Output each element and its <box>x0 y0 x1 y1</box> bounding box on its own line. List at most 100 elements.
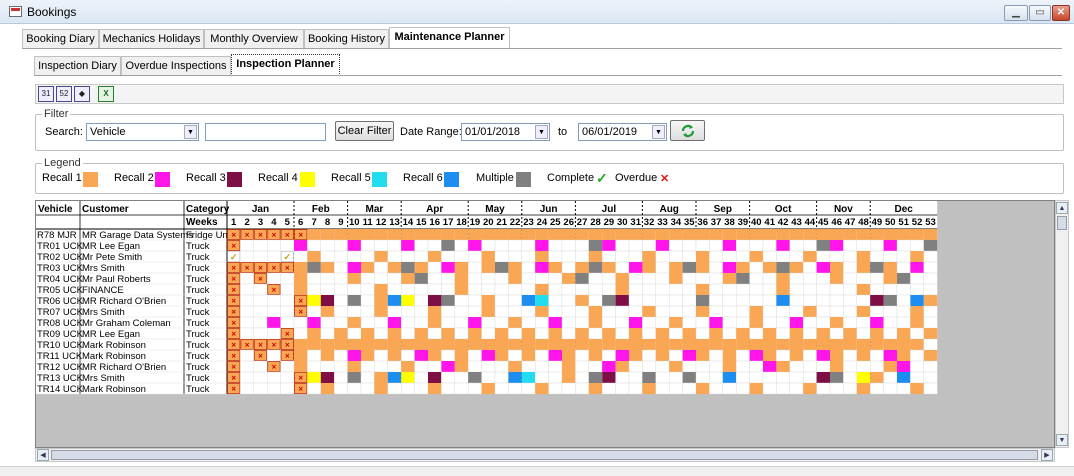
empty-cell[interactable] <box>736 371 750 384</box>
recall-cell[interactable] <box>548 339 562 350</box>
recall-cell[interactable] <box>387 328 402 339</box>
empty-cell[interactable] <box>816 272 831 285</box>
empty-cell[interactable] <box>360 239 375 252</box>
recall-cell[interactable] <box>414 328 428 339</box>
empty-cell[interactable] <box>669 382 683 395</box>
recall-cell[interactable] <box>722 273 737 284</box>
recall-cell[interactable] <box>602 295 616 306</box>
empty-cell[interactable] <box>387 382 402 395</box>
vehicle-cell[interactable]: TR11 UCK <box>37 351 83 362</box>
recall-cell[interactable] <box>803 229 817 240</box>
recall-cell[interactable] <box>294 262 308 273</box>
empty-cell[interactable] <box>575 360 590 373</box>
empty-cell[interactable] <box>628 294 643 307</box>
recall-cell[interactable] <box>830 339 844 350</box>
empty-cell[interactable] <box>682 382 697 395</box>
recall-cell[interactable] <box>696 284 710 295</box>
empty-cell[interactable] <box>695 360 710 373</box>
recall-cell[interactable] <box>267 317 281 328</box>
recall-cell[interactable] <box>588 306 603 317</box>
empty-cell[interactable] <box>561 250 576 263</box>
empty-cell[interactable] <box>320 327 335 340</box>
recall-cell[interactable] <box>629 328 643 339</box>
empty-cell[interactable] <box>789 360 804 373</box>
empty-cell[interactable] <box>803 327 817 340</box>
recall-cell[interactable] <box>830 262 844 273</box>
recall-cell[interactable] <box>910 339 924 350</box>
recall-cell[interactable] <box>294 284 308 295</box>
empty-cell[interactable] <box>856 360 871 373</box>
empty-cell[interactable] <box>253 294 268 307</box>
recall-cell[interactable] <box>722 229 737 240</box>
empty-cell[interactable] <box>427 360 442 373</box>
empty-cell[interactable] <box>736 316 750 329</box>
empty-cell[interactable] <box>749 371 764 384</box>
empty-cell[interactable] <box>749 272 764 285</box>
recall-cell[interactable] <box>428 251 442 262</box>
recall-cell[interactable] <box>575 262 589 273</box>
empty-cell[interactable] <box>521 239 536 252</box>
empty-cell[interactable] <box>535 349 549 362</box>
empty-cell[interactable] <box>266 349 281 362</box>
empty-cell[interactable] <box>588 327 603 340</box>
recall-cell[interactable] <box>883 350 897 361</box>
recall-cell[interactable] <box>669 339 683 350</box>
empty-cell[interactable] <box>441 305 455 318</box>
recall-cell[interactable] <box>789 229 804 240</box>
empty-cell[interactable] <box>642 294 657 307</box>
empty-cell[interactable] <box>253 239 268 252</box>
empty-cell[interactable] <box>789 239 804 252</box>
empty-cell[interactable] <box>561 239 576 252</box>
empty-cell[interactable] <box>896 305 911 318</box>
recall-cell[interactable] <box>588 383 603 394</box>
empty-cell[interactable] <box>682 294 697 307</box>
empty-cell[interactable] <box>615 261 630 274</box>
recall-cell[interactable] <box>320 383 335 394</box>
empty-cell[interactable] <box>293 250 308 263</box>
recall-cell[interactable] <box>454 350 469 361</box>
empty-cell[interactable] <box>454 294 469 307</box>
empty-cell[interactable] <box>870 283 884 296</box>
recall-cell[interactable] <box>307 339 321 350</box>
recall-cell[interactable] <box>307 317 321 328</box>
recall-cell[interactable] <box>307 229 321 240</box>
recall-cell[interactable] <box>709 229 723 240</box>
recall-cell[interactable] <box>401 262 415 273</box>
recall-cell[interactable] <box>562 361 576 372</box>
empty-cell[interactable] <box>789 382 804 395</box>
empty-cell[interactable] <box>655 371 670 384</box>
recall-cell[interactable] <box>803 251 817 262</box>
recall-cell[interactable] <box>830 350 844 361</box>
empty-cell[interactable] <box>923 371 938 384</box>
empty-cell[interactable] <box>829 283 844 296</box>
empty-cell[interactable] <box>883 327 898 340</box>
empty-cell[interactable] <box>441 349 455 362</box>
empty-cell[interactable] <box>615 305 630 318</box>
empty-cell[interactable] <box>669 239 683 252</box>
recall-cell[interactable] <box>682 339 696 350</box>
recall-cell[interactable] <box>495 328 509 339</box>
empty-cell[interactable] <box>414 305 429 318</box>
empty-cell[interactable] <box>642 349 657 362</box>
empty-cell[interactable] <box>293 327 308 340</box>
empty-cell[interactable] <box>709 360 724 373</box>
recall-cell[interactable] <box>655 350 670 361</box>
empty-cell[interactable] <box>736 250 750 263</box>
recall-cell[interactable] <box>602 361 616 372</box>
empty-cell[interactable] <box>655 261 670 274</box>
recall-cell[interactable] <box>535 383 549 394</box>
empty-cell[interactable] <box>709 382 724 395</box>
recall-cell[interactable] <box>843 328 857 339</box>
recall-cell[interactable] <box>454 339 469 350</box>
empty-cell[interactable] <box>896 382 911 395</box>
empty-cell[interactable] <box>508 239 522 252</box>
empty-cell[interactable] <box>494 250 509 263</box>
recall-cell[interactable] <box>655 339 670 350</box>
recall-cell[interactable] <box>428 383 442 394</box>
recall-cell[interactable] <box>870 229 884 240</box>
empty-cell[interactable] <box>401 327 415 340</box>
recall-cell[interactable] <box>897 273 911 284</box>
recall-cell[interactable] <box>682 372 696 383</box>
empty-cell[interactable] <box>414 283 429 296</box>
empty-cell[interactable] <box>682 239 697 252</box>
